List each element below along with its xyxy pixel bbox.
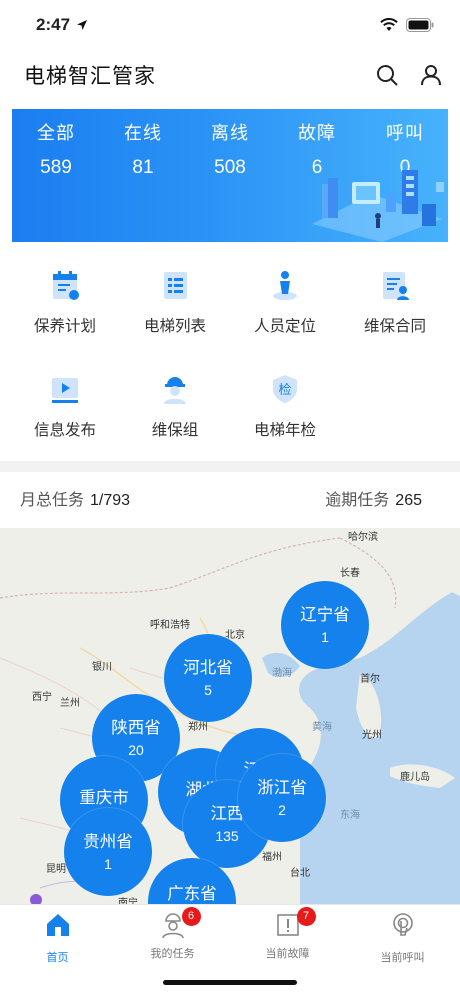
city-label: 昆明 xyxy=(46,864,66,875)
monthly-tasks[interactable]: 月总任务 1/793 xyxy=(20,486,130,510)
menu-maintenance-contract[interactable]: 维保合同 xyxy=(340,268,450,336)
stat-online[interactable]: 在线 81 xyxy=(99,119,187,179)
city-label: 银川 xyxy=(92,662,112,673)
inspection-char: 检 xyxy=(278,383,291,398)
city-label: 哈尔滨 xyxy=(348,532,378,543)
sea-label: 东海 xyxy=(340,810,360,821)
contract-icon xyxy=(383,272,409,300)
city-label: 光州 xyxy=(362,730,382,741)
menu-label: 维保组 xyxy=(151,421,199,439)
menu-label: 保养计划 xyxy=(33,317,96,335)
section-divider xyxy=(0,461,460,472)
home-icon xyxy=(46,914,69,936)
cluster-hebei[interactable]: 河北省 5 xyxy=(164,634,252,722)
page-title: 电梯智汇管家 xyxy=(24,64,156,88)
tab-my-tasks[interactable]: 6 我的任务 xyxy=(115,907,230,961)
stat-all[interactable]: 全部 589 xyxy=(12,119,100,179)
city-label: 兰州 xyxy=(60,698,80,709)
calendar-icon xyxy=(53,271,79,300)
inspection-shield-icon: 检 xyxy=(273,375,297,403)
home-indicator xyxy=(163,980,297,985)
worker-icon xyxy=(164,377,186,404)
overdue-tasks[interactable]: 逾期任务 265 xyxy=(325,486,422,510)
location-arrow-icon xyxy=(77,20,88,30)
task-summary: 月总任务 1/793 逾期任务 265 xyxy=(0,486,460,516)
menu-elevator-list[interactable]: 电梯列表 xyxy=(120,268,230,336)
city-label: 首尔 xyxy=(360,674,380,685)
sea-label: 黄海 xyxy=(312,722,332,733)
menu-maintenance-group[interactable]: 维保组 xyxy=(120,372,230,440)
tab-current-faults[interactable]: 7 当前故障 xyxy=(230,907,345,961)
menu-maintenance-plan[interactable]: 保养计划 xyxy=(10,268,120,336)
city-label: 福州 xyxy=(262,852,282,863)
tab-label: 我的任务 xyxy=(150,947,195,960)
tab-label: 首页 xyxy=(46,951,69,964)
menu-annual-inspection[interactable]: 检 电梯年检 xyxy=(230,372,340,440)
menu-label: 信息发布 xyxy=(33,421,96,439)
person-location-icon xyxy=(273,271,297,300)
monthly-tasks-value: 1/793 xyxy=(90,492,131,509)
city-label: 西宁 xyxy=(32,692,52,703)
status-bar: 2:47 xyxy=(0,0,460,50)
city-label: 台北 xyxy=(290,868,310,879)
overdue-tasks-label: 逾期任务 xyxy=(325,490,390,509)
stats-banner: 全部 589 在线 81 离线 508 故障 6 呼叫 0 xyxy=(12,109,448,242)
search-icon[interactable] xyxy=(376,64,398,86)
tab-current-calls[interactable]: 当前呼叫 xyxy=(345,911,460,965)
status-time: 2:47 xyxy=(36,15,71,34)
tasks-badge: 6 xyxy=(181,907,201,926)
monthly-tasks-label: 月总任务 xyxy=(20,490,85,509)
city-label: 鹿儿岛 xyxy=(400,772,430,783)
tab-label: 当前故障 xyxy=(265,947,310,960)
app-header: 电梯智汇管家 xyxy=(0,50,460,100)
cluster-guizhou[interactable]: 贵州省 1 xyxy=(64,808,152,896)
elevator-map[interactable]: 哈尔滨 长春 呼和浩特 北京 银川 西宁 兰州 郑州 首尔 光州 鹿儿岛 昆明 … xyxy=(0,528,460,904)
menu-label: 维保合同 xyxy=(363,317,426,335)
banner-illustration xyxy=(312,170,444,242)
city-label: 长春 xyxy=(340,568,360,579)
battery-icon xyxy=(406,18,434,32)
city-label: 呼和浩特 xyxy=(150,620,190,631)
overdue-tasks-value: 265 xyxy=(395,492,422,509)
menu-staff-location[interactable]: 人员定位 xyxy=(230,268,340,336)
tab-label: 当前呼叫 xyxy=(380,951,425,964)
city-label: 南宁 xyxy=(118,898,138,904)
faults-badge: 7 xyxy=(296,907,316,926)
cluster-liaoning[interactable]: 辽宁省 1 xyxy=(281,581,369,669)
touch-call-icon xyxy=(392,913,413,936)
menu-label: 电梯年检 xyxy=(253,421,316,439)
list-icon xyxy=(164,272,187,299)
sea-label: 渤海 xyxy=(272,668,292,679)
menu-info-publish[interactable]: 信息发布 xyxy=(10,372,120,440)
video-icon xyxy=(52,378,78,403)
tab-home[interactable]: 首页 xyxy=(0,911,115,965)
stat-offline[interactable]: 离线 508 xyxy=(186,119,274,179)
wifi-icon xyxy=(380,18,398,31)
cluster-zhejiang[interactable]: 浙江省 2 xyxy=(238,754,326,842)
user-profile-icon[interactable] xyxy=(420,64,442,86)
menu-label: 人员定位 xyxy=(253,317,316,335)
menu-label: 电梯列表 xyxy=(143,317,206,335)
